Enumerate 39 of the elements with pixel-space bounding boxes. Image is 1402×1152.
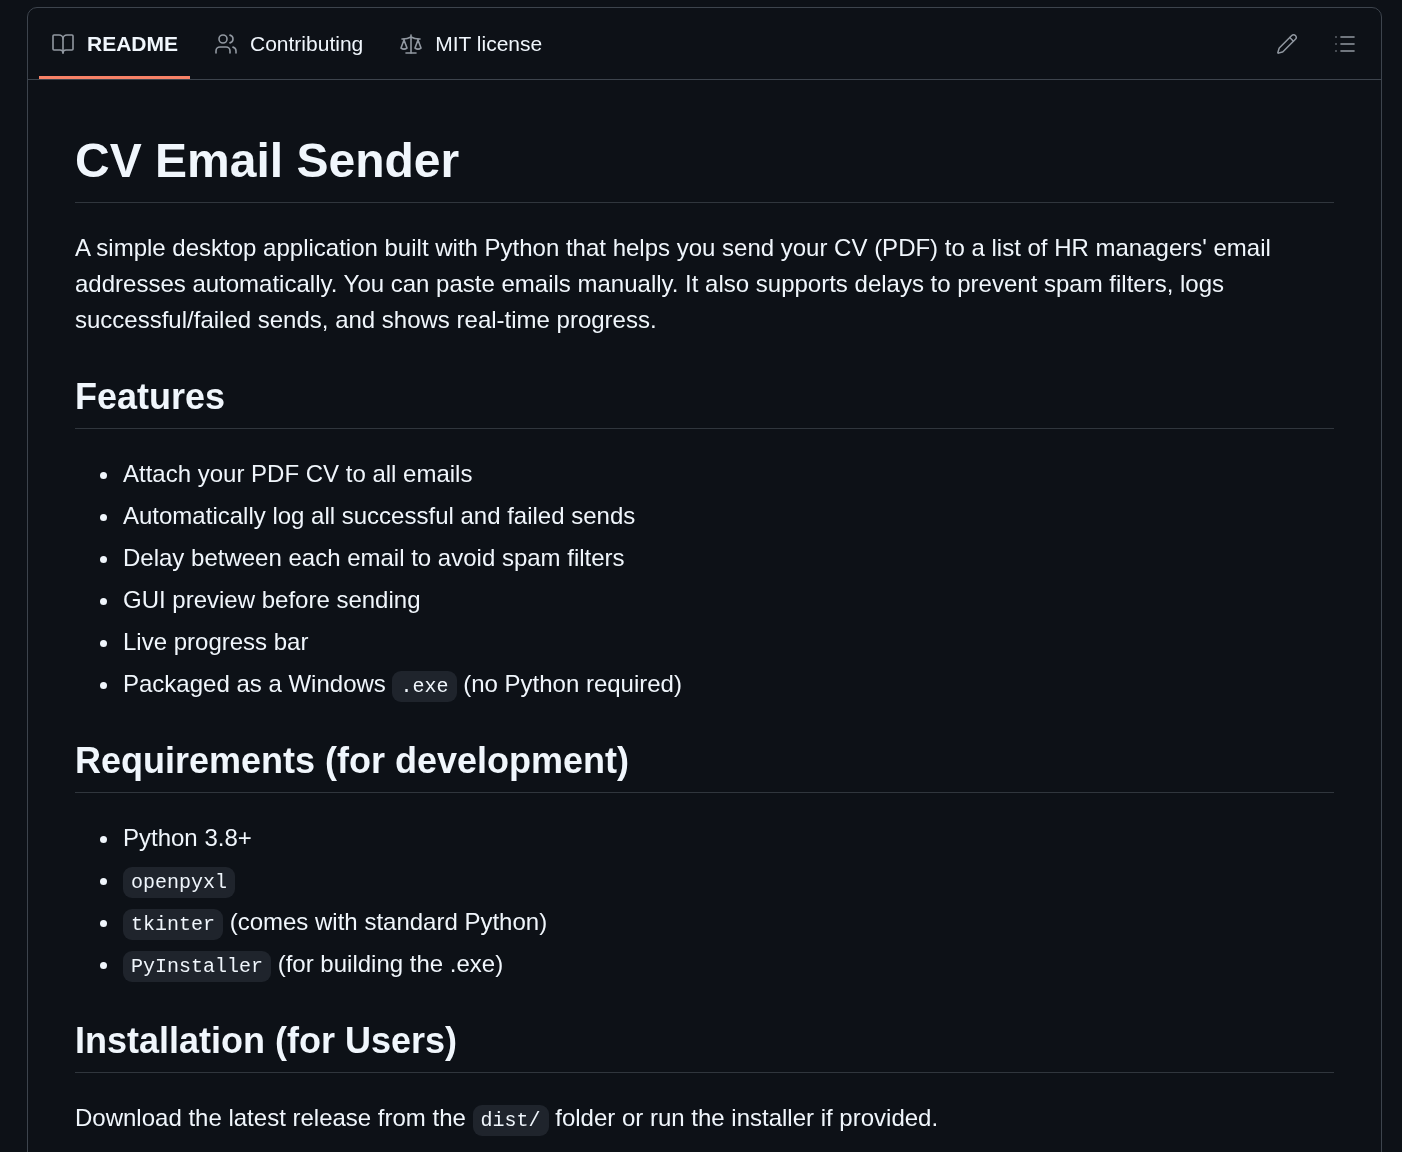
bullet-icon bbox=[100, 877, 107, 885]
bullet-icon bbox=[100, 681, 107, 689]
list-item-text: (comes with standard Python) bbox=[228, 908, 548, 935]
paragraph-text: folder or run the installer if provided. bbox=[554, 1104, 939, 1131]
inline-code: openpyxl bbox=[123, 867, 235, 898]
pencil-icon bbox=[1276, 32, 1298, 55]
list-item-text: (no Python required) bbox=[462, 670, 682, 697]
paragraph-text: A simple desktop application built with Python that helps you send your CV (PDF) to a list of HR managers' email addresses automatically. You can paste emails manually. It also supports delays to prevent spam filters, logs successful/failed sends, and shows real-time progress. bbox=[75, 234, 1272, 333]
bullet-icon bbox=[100, 597, 107, 605]
section-heading: Requirements (for development) bbox=[75, 738, 1334, 793]
inline-code: tkinter bbox=[123, 909, 223, 940]
tab[interactable]: Contributing bbox=[202, 8, 376, 79]
list-item-text: (for building the .exe) bbox=[276, 950, 504, 977]
section-heading: Features bbox=[75, 374, 1334, 429]
scale-icon bbox=[399, 31, 424, 56]
list-item-text: Automatically log all successful and failed sends bbox=[123, 502, 636, 529]
inline-code: PyInstaller bbox=[123, 951, 272, 982]
bullet-icon bbox=[100, 835, 107, 843]
page-title: CV Email Sender bbox=[75, 131, 1334, 203]
section-heading: Installation (for Users) bbox=[75, 1018, 1334, 1073]
bullet-icon bbox=[100, 919, 107, 927]
bullet-icon bbox=[100, 555, 107, 563]
tab[interactable]: README bbox=[39, 8, 190, 79]
list-item-text: Live progress bar bbox=[123, 628, 309, 655]
inline-code: dist/ bbox=[472, 1105, 549, 1136]
tab[interactable]: MIT license bbox=[387, 8, 555, 79]
bullet-icon bbox=[100, 639, 107, 647]
list-item-text: Attach your PDF CV to all emails bbox=[123, 460, 473, 487]
inline-code: .exe bbox=[392, 671, 457, 702]
paragraph-text: Download the latest release from the bbox=[75, 1104, 467, 1131]
bullet-icon bbox=[100, 471, 107, 479]
list-item-text: Python 3.8+ bbox=[123, 824, 252, 851]
book-icon bbox=[51, 31, 75, 56]
list-item-text: Packaged as a Windows bbox=[123, 670, 387, 697]
bullet-icon bbox=[100, 961, 107, 969]
people-icon bbox=[214, 31, 238, 56]
list-item-text: Delay between each email to avoid spam filters bbox=[123, 544, 625, 571]
list-item-text: GUI preview before sending bbox=[123, 586, 421, 613]
bullet-icon bbox=[100, 513, 107, 521]
